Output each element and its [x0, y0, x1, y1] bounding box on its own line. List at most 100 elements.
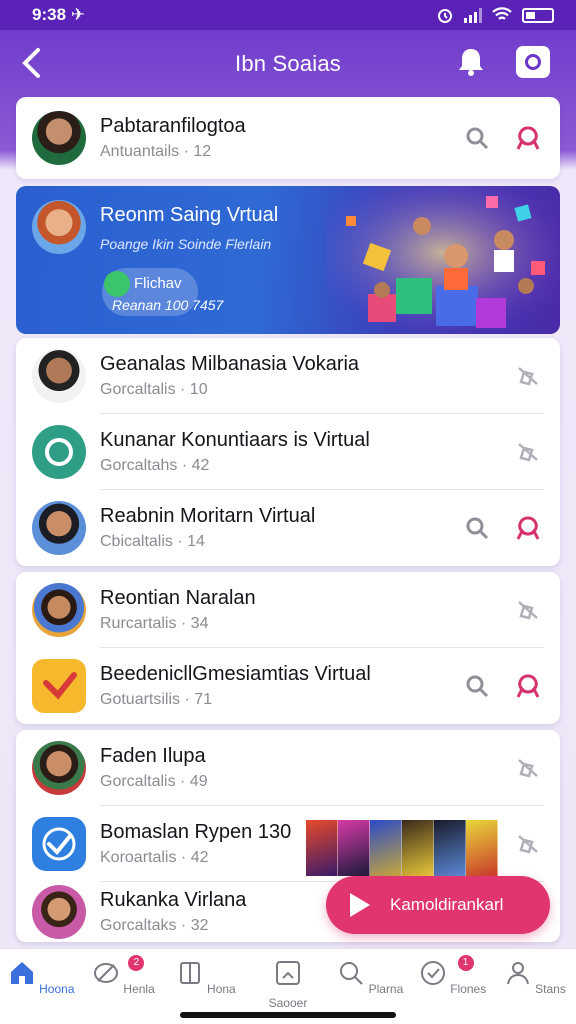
- nav-label: Flones: [450, 982, 487, 996]
- contact-card: Pabtaranfilogtoa Antuantails · 12: [16, 97, 560, 179]
- search-icon: [340, 962, 363, 985]
- avatar: [32, 885, 86, 939]
- contact-name: Faden Ilupa: [100, 745, 206, 767]
- battery-icon: [522, 7, 554, 23]
- search-action-icon[interactable]: [464, 515, 490, 541]
- home-indicator: [180, 1012, 396, 1018]
- contact-row[interactable]: Reabnin Moritarn Virtual Cbicaltalis · 1…: [16, 490, 560, 566]
- check-logo-icon: [43, 672, 77, 700]
- avatar: [32, 817, 86, 871]
- video-thumbnail[interactable]: [338, 820, 370, 876]
- contact-subtitle: Koroartalis · 42: [100, 849, 209, 866]
- contact-subtitle: Rurcartalis · 34: [100, 615, 209, 632]
- search-action-icon[interactable]: [464, 125, 490, 151]
- camera-icon[interactable]: [516, 46, 550, 78]
- banner-illustration: [326, 186, 560, 334]
- contact-name: Reabnin Moritarn Virtual: [100, 505, 316, 527]
- mute-icon[interactable]: [514, 438, 542, 466]
- contact-row[interactable]: Faden Ilupa Gorcaltalis · 49: [16, 730, 560, 806]
- phone-icon: [104, 271, 130, 297]
- avatar: [32, 659, 86, 713]
- profile-icon: [506, 962, 529, 985]
- mute-icon[interactable]: [514, 830, 542, 858]
- notification-badge: 1: [457, 955, 474, 971]
- avatar: [32, 425, 86, 479]
- nav-label: Plarna: [368, 982, 404, 996]
- contact-row[interactable]: Reontian Naralan Rurcartalis · 34: [16, 572, 560, 648]
- mute-icon[interactable]: [514, 754, 542, 782]
- contact-name: Geanalas Milbanasia Vokaria: [100, 353, 360, 375]
- contact-name: BeedenicllGmesiamtias Virtual: [100, 663, 371, 685]
- ribbon-icon[interactable]: [514, 514, 542, 542]
- cta-label: Kamoldirankarl: [390, 895, 504, 914]
- mute-icon[interactable]: [514, 362, 542, 390]
- status-time: 9:38 ✈: [32, 5, 85, 24]
- shield-check-icon: [42, 827, 76, 861]
- contact-subtitle: Gorcaltalis · 10: [100, 381, 208, 398]
- alarm-icon: [438, 9, 452, 23]
- video-thumbnail[interactable]: [306, 820, 338, 876]
- contact-subtitle: Gorcaltalis · 49: [100, 773, 208, 790]
- banner-pill-subtitle: Reanan 100 7457: [112, 297, 224, 313]
- contact-subtitle: Gotuartsilis · 71: [100, 691, 213, 708]
- app-header: Ibn Soaias: [0, 30, 576, 98]
- video-thumbnail[interactable]: [466, 820, 498, 876]
- nav-item-favorites[interactable]: 1 Flones: [418, 955, 488, 1024]
- nav-item-leaf[interactable]: 2 Henla: [88, 955, 158, 1024]
- nav-item-profile[interactable]: Stans: [500, 959, 570, 1024]
- circle-logo-icon: [45, 438, 73, 466]
- play-icon: [350, 893, 370, 917]
- bell-icon[interactable]: [456, 46, 486, 78]
- contact-name: Kunanar Konuntiaars is Virtual: [100, 429, 370, 451]
- contact-row[interactable]: BeedenicllGmesiamtias Virtual Gotuartsil…: [16, 648, 560, 724]
- back-arrow-icon[interactable]: [20, 46, 50, 80]
- signal-icon: [464, 7, 482, 23]
- leaf-icon: [94, 963, 119, 983]
- nav-item-home[interactable]: Hoona: [6, 959, 76, 1024]
- video-thumbnail[interactable]: [402, 820, 434, 876]
- wifi-icon: [492, 7, 512, 20]
- video-thumbnail[interactable]: [434, 820, 466, 876]
- mute-icon[interactable]: [514, 596, 542, 624]
- contact-row[interactable]: Geanalas Milbanasia Vokaria Gorcaltalis …: [16, 338, 560, 414]
- page-title: Ibn Soaias: [235, 51, 341, 76]
- home-icon: [10, 962, 33, 984]
- ribbon-icon[interactable]: [514, 672, 542, 700]
- contact-subtitle: Cbicaltalis · 14: [100, 533, 205, 550]
- avatar: [32, 501, 86, 555]
- avatar: [32, 741, 86, 795]
- gallery-icon: [275, 961, 300, 985]
- contact-name: Pabtaranfilogtoa: [100, 115, 246, 137]
- status-bar: 9:38 ✈: [0, 0, 576, 30]
- featured-banner[interactable]: Reonm Saing Vrtual Poange Ikin Soinde Fl…: [16, 186, 560, 334]
- avatar: [32, 349, 86, 403]
- contact-row[interactable]: Kunanar Konuntiaars is Virtual Gorcaltah…: [16, 414, 560, 490]
- contact-card: Reontian Naralan Rurcartalis · 34 Beeden…: [16, 572, 560, 724]
- avatar: [32, 111, 86, 165]
- nav-label: Saooer: [268, 996, 308, 1010]
- contact-subtitle: Gorcaltahs · 42: [100, 457, 210, 474]
- avatar: [32, 583, 86, 637]
- nav-label: Hona: [207, 982, 236, 996]
- contact-row[interactable]: Pabtaranfilogtoa Antuantails · 12: [16, 97, 560, 179]
- play-cta-button[interactable]: Kamoldirankarl: [326, 876, 550, 934]
- banner-title: Reonm Saing Vrtual: [100, 204, 279, 226]
- status-icons: [436, 6, 554, 24]
- video-thumbnail[interactable]: [370, 820, 402, 876]
- contact-card: Geanalas Milbanasia Vokaria Gorcaltalis …: [16, 338, 560, 566]
- ribbon-icon[interactable]: [514, 124, 542, 152]
- book-icon: [179, 962, 200, 984]
- contact-subtitle: Antuantails · 12: [100, 143, 212, 160]
- nav-label: Henla: [123, 982, 155, 996]
- contact-name: Bomaslan Rypen 130: [100, 821, 292, 843]
- banner-pill-label: Flichav: [134, 275, 182, 292]
- nav-label: Hoona: [39, 982, 75, 996]
- banner-subtitle: Poange Ikin Soinde Flerlain: [100, 236, 272, 252]
- search-action-icon[interactable]: [464, 673, 490, 699]
- heart-check-icon: [420, 961, 445, 985]
- video-thumbnail-strip[interactable]: [306, 820, 498, 876]
- nav-label: Stans: [535, 982, 566, 996]
- banner-avatar: [32, 200, 86, 254]
- notification-badge: 2: [128, 955, 145, 971]
- contact-name: Reontian Naralan: [100, 587, 256, 609]
